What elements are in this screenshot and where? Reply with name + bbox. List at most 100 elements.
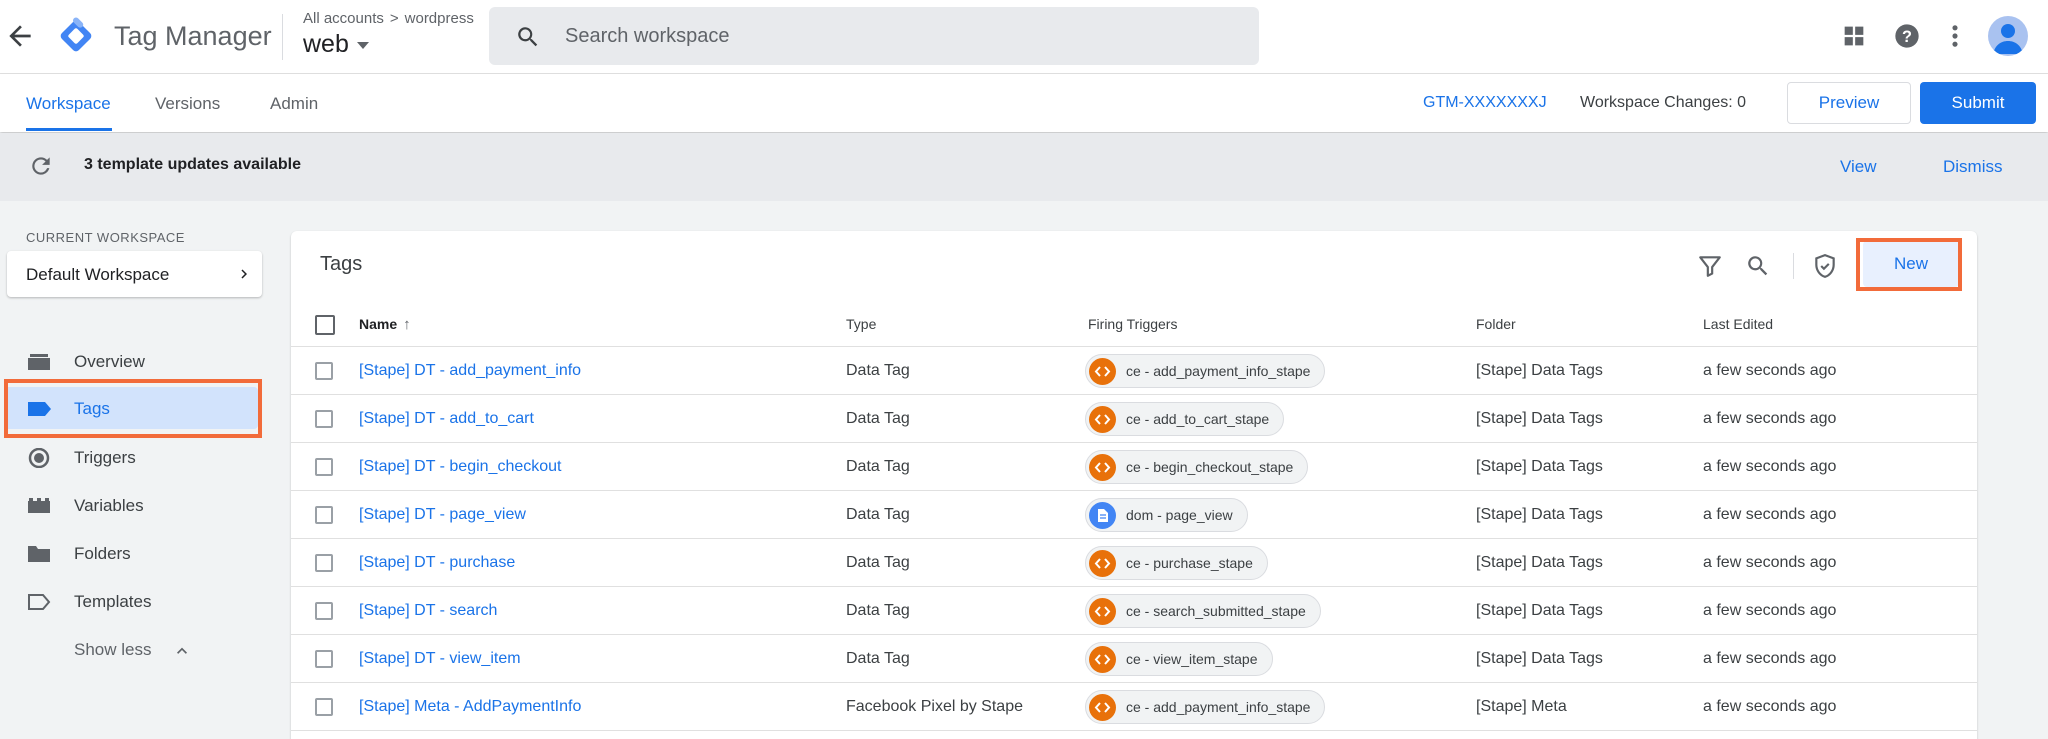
toolbar-divider xyxy=(1793,253,1794,279)
sidebar-item-triggers[interactable]: Triggers xyxy=(8,436,258,478)
breadcrumb-container[interactable]: wordpress xyxy=(405,10,474,27)
firing-trigger-chip[interactable]: ce - add_payment_info_stape xyxy=(1085,690,1326,724)
trigger-name: ce - view_item_stape xyxy=(1126,651,1258,667)
trigger-name: ce - search_submitted_stape xyxy=(1126,603,1306,619)
trigger-name: ce - begin_checkout_stape xyxy=(1126,459,1294,475)
tag-name-link[interactable]: [Stape] Meta - AddPaymentInfo xyxy=(359,698,581,716)
search-input[interactable] xyxy=(565,7,1225,65)
table-row[interactable]: [Stape] DT - add_payment_info Data Tag ce … xyxy=(291,347,1977,395)
row-checkbox[interactable] xyxy=(315,554,333,572)
tab-admin[interactable]: Admin xyxy=(270,94,318,114)
tag-name-link[interactable]: [Stape] DT - begin_checkout xyxy=(359,458,562,476)
filter-icon[interactable] xyxy=(1697,253,1723,279)
table-row[interactable]: [Stape] DT - purchase Data Tag ce - purcha… xyxy=(291,539,1977,587)
tag-last-edited: a few seconds ago xyxy=(1703,410,1837,427)
column-header-type[interactable]: Type xyxy=(846,316,876,332)
breadcrumb-account[interactable]: All accounts xyxy=(303,10,384,27)
firing-trigger-chip[interactable]: ce - add_payment_info_stape xyxy=(1085,354,1326,388)
workspace-nav-bar: Workspace Versions Admin GTM-XXXXXXXJ Wo… xyxy=(0,74,2048,132)
column-label: Name xyxy=(359,316,398,332)
workspace-selector[interactable]: Default Workspace xyxy=(7,251,262,297)
firing-trigger-chip[interactable]: ce - begin_checkout_stape xyxy=(1085,450,1309,484)
help-icon[interactable]: ? xyxy=(1893,22,1921,50)
sidebar-item-templates[interactable]: Templates xyxy=(8,580,258,622)
tag-name-link[interactable]: [Stape] DT - add_to_cart xyxy=(359,410,534,428)
chevron-up-icon[interactable] xyxy=(172,641,192,661)
apps-grid-icon[interactable] xyxy=(1840,22,1868,50)
column-header-name[interactable]: Name ↑ xyxy=(359,316,411,333)
custom-event-trigger-icon xyxy=(1089,406,1116,433)
breadcrumb-separator-icon: > xyxy=(389,10,399,27)
row-checkbox[interactable] xyxy=(315,458,333,476)
tab-versions[interactable]: Versions xyxy=(155,94,220,114)
trigger-icon xyxy=(28,448,50,468)
sidebar-item-folders[interactable]: Folders xyxy=(8,532,258,574)
tab-workspace[interactable]: Workspace xyxy=(26,94,111,114)
row-checkbox[interactable] xyxy=(315,362,333,380)
column-header-last-edited[interactable]: Last Edited xyxy=(1703,316,1773,332)
select-all-checkbox[interactable] xyxy=(315,315,335,335)
active-tab-indicator xyxy=(26,128,112,131)
app-name: Tag Manager xyxy=(114,21,272,51)
column-header-folder[interactable]: Folder xyxy=(1476,316,1516,332)
shield-check-icon[interactable] xyxy=(1812,253,1838,279)
tag-manager-logo-icon xyxy=(60,17,92,52)
tag-last-edited: a few seconds ago xyxy=(1703,458,1837,475)
firing-trigger-chip[interactable]: dom - page_view xyxy=(1085,498,1248,532)
table-row[interactable]: [Stape] Meta - AddPaymentInfo Facebook Pi… xyxy=(291,683,1977,731)
table-row[interactable]: [Stape] DT - search Data Tag ce - search_s… xyxy=(291,587,1977,635)
new-highlight-annotation xyxy=(1856,238,1962,291)
row-checkbox[interactable] xyxy=(315,602,333,620)
tag-type: Data Tag xyxy=(846,506,910,523)
tag-name-link[interactable]: [Stape] DT - add_payment_info xyxy=(359,362,581,380)
trigger-name: ce - add_to_cart_stape xyxy=(1126,411,1270,427)
custom-event-trigger-icon xyxy=(1089,646,1116,673)
trigger-name: ce - purchase_stape xyxy=(1126,555,1253,571)
tag-type: Facebook Pixel by Stape xyxy=(846,698,1023,715)
banner-view-link[interactable]: View xyxy=(1840,157,1877,177)
tag-name-link[interactable]: [Stape] DT - purchase xyxy=(359,554,515,572)
firing-trigger-chip[interactable]: ce - purchase_stape xyxy=(1085,546,1268,580)
container-selector[interactable]: web xyxy=(303,30,369,59)
row-checkbox[interactable] xyxy=(315,506,333,524)
sidebar-item-overview[interactable]: Overview xyxy=(8,340,258,382)
breadcrumb[interactable]: All accounts > wordpress xyxy=(303,10,474,27)
tag-folder: [Stape] Data Tags xyxy=(1476,362,1603,379)
column-header-firing-triggers[interactable]: Firing Triggers xyxy=(1088,316,1177,332)
folder-icon xyxy=(28,546,50,562)
tag-type: Data Tag xyxy=(846,362,910,379)
more-vert-icon[interactable] xyxy=(1941,22,1969,50)
template-icon xyxy=(28,594,51,610)
sidebar-item-label: Variables xyxy=(74,496,144,515)
tag-last-edited: a few seconds ago xyxy=(1703,602,1837,619)
tag-last-edited: a few seconds ago xyxy=(1703,554,1837,571)
table-row[interactable]: [Stape] DT - page_view Data Tag dom - page… xyxy=(291,491,1977,539)
custom-event-trigger-icon xyxy=(1089,694,1116,721)
submit-button[interactable]: Submit xyxy=(1920,82,2036,124)
tag-name-link[interactable]: [Stape] DT - view_item xyxy=(359,650,521,668)
search-icon[interactable] xyxy=(1745,253,1771,279)
banner-dismiss-link[interactable]: Dismiss xyxy=(1943,157,2003,177)
firing-trigger-chip[interactable]: ce - view_item_stape xyxy=(1085,642,1273,676)
tag-folder: [Stape] Meta xyxy=(1476,698,1567,715)
search-bar[interactable] xyxy=(489,7,1259,65)
back-arrow-icon[interactable] xyxy=(4,20,36,52)
firing-trigger-chip[interactable]: ce - add_to_cart_stape xyxy=(1085,402,1285,436)
sort-ascending-icon: ↑ xyxy=(403,316,411,333)
template-updates-banner: 3 template updates available View Dismis… xyxy=(0,133,2048,201)
show-less-toggle[interactable]: Show less xyxy=(74,640,151,660)
sidebar-item-variables[interactable]: Variables xyxy=(8,484,258,526)
tag-name-link[interactable]: [Stape] DT - page_view xyxy=(359,506,526,524)
container-id[interactable]: GTM-XXXXXXXJ xyxy=(1423,94,1547,112)
table-row[interactable]: [Stape] DT - begin_checkout Data Tag ce - … xyxy=(291,443,1977,491)
row-checkbox[interactable] xyxy=(315,410,333,428)
tag-name-link[interactable]: [Stape] DT - search xyxy=(359,602,497,620)
preview-button[interactable]: Preview xyxy=(1787,82,1911,124)
account-avatar[interactable] xyxy=(1988,16,2028,56)
row-checkbox[interactable] xyxy=(315,650,333,668)
firing-trigger-chip[interactable]: ce - search_submitted_stape xyxy=(1085,594,1321,628)
row-checkbox[interactable] xyxy=(315,698,333,716)
table-row[interactable]: [Stape] DT - view_item Data Tag ce - view_… xyxy=(291,635,1977,683)
current-workspace-label: CURRENT WORKSPACE xyxy=(26,230,185,245)
table-row[interactable]: [Stape] DT - add_to_cart Data Tag ce - add… xyxy=(291,395,1977,443)
